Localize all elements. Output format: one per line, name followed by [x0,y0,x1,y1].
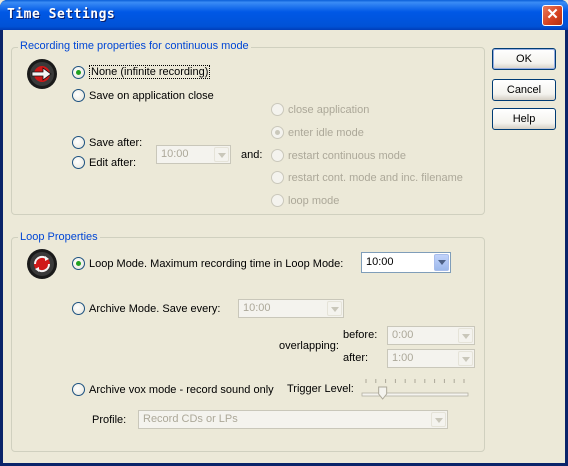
archive-time-combo[interactable]: 10:00 [238,299,344,318]
after-overlap-combo[interactable]: 1:00 [387,349,475,368]
before-time-value: 0:00 [392,329,414,341]
after-time-value: 10:00 [161,148,189,160]
radio-label-restart-continuous: restart continuous mode [288,149,407,162]
radio-dot-restart-continuous[interactable] [271,149,284,162]
radio-archive-vox[interactable]: Archive vox mode - record sound only [72,383,274,396]
radio-dot-close-application[interactable] [271,103,284,116]
radio-none-infinite[interactable]: None (infinite recording) [72,65,211,79]
record-icon [27,59,57,89]
loop-icon [27,249,57,279]
chevron-down-icon[interactable] [431,412,446,427]
radio-dot-save-on-close[interactable] [72,89,85,102]
after-label: after: [343,352,369,364]
radio-loop-mode-action[interactable]: loop mode [271,194,339,207]
radio-dot-save-after[interactable] [72,136,85,149]
radio-dot-archive-vox[interactable] [72,383,85,396]
radio-label-archive-vox: Archive vox mode - record sound only [89,383,274,396]
profile-combo[interactable]: Record CDs or LPs [138,410,448,429]
radio-dot-restart-inc-filename[interactable] [271,171,284,184]
help-button[interactable]: Help [492,108,556,130]
after-overlap-value: 1:00 [392,352,414,364]
loop-group-title: Loop Properties [18,231,100,243]
and-label: and: [241,149,263,161]
loop-time-combo[interactable]: 10:00 [361,252,451,273]
profile-label: Profile: [92,414,127,426]
radio-loop-mode[interactable]: Loop Mode. Maximum recording time in Loo… [72,257,343,270]
chevron-down-icon[interactable] [434,254,449,271]
radio-label-close-application: close application [288,103,370,116]
radio-edit-after[interactable]: Edit after: [72,156,136,169]
radio-label-loop-mode-action: loop mode [288,194,340,207]
profile-value: Record CDs or LPs [143,413,238,425]
radio-dot-edit-after[interactable] [72,156,85,169]
after-time-combo[interactable]: 10:00 [156,145,231,164]
dialog-window: Time Settings ✕ Recording time propertie… [0,0,568,466]
chevron-down-icon[interactable] [327,301,342,316]
loop-time-value: 10:00 [366,256,394,268]
radio-restart-continuous[interactable]: restart continuous mode [271,149,406,162]
radio-enter-idle-mode[interactable]: enter idle mode [271,126,364,139]
radio-dot-loop-mode[interactable] [72,257,85,270]
radio-restart-inc-filename[interactable]: restart cont. mode and inc. filename [271,171,463,184]
overlapping-label: overlapping: [279,340,339,352]
before-time-combo[interactable]: 0:00 [387,326,475,345]
radio-label-save-after: Save after: [89,136,143,149]
radio-save-after[interactable]: Save after: [72,136,142,149]
radio-dot-none[interactable] [72,65,85,79]
radio-label-enter-idle-mode: enter idle mode [288,126,364,139]
cancel-button[interactable]: Cancel [492,79,556,101]
trigger-level-slider[interactable] [360,376,472,404]
trigger-level-label: Trigger Level: [287,383,354,395]
radio-label-none: None (infinite recording) [89,65,211,79]
archive-time-value: 10:00 [243,302,271,314]
radio-dot-enter-idle-mode[interactable] [271,126,284,139]
chevron-down-icon[interactable] [458,328,473,343]
dialog-client-area: Recording time properties for continuous… [3,30,565,463]
chevron-down-icon[interactable] [214,147,229,162]
recording-group-title: Recording time properties for continuous… [18,40,251,52]
radio-label-save-on-close: Save on application close [89,89,214,102]
radio-label-restart-inc-filename: restart cont. mode and inc. filename [288,171,463,184]
ok-button[interactable]: OK [492,48,556,70]
chevron-down-icon[interactable] [458,351,473,366]
radio-dot-archive-mode[interactable] [72,302,85,315]
slider-thumb[interactable] [378,386,388,400]
close-icon: ✕ [546,6,559,23]
radio-label-edit-after: Edit after: [89,156,137,169]
radio-close-application[interactable]: close application [271,103,369,116]
window-title: Time Settings [7,7,116,22]
radio-save-on-close[interactable]: Save on application close [72,89,214,102]
before-label: before: [343,329,378,341]
title-bar[interactable]: Time Settings ✕ [0,0,568,30]
radio-label-loop-mode: Loop Mode. Maximum recording time in Loo… [89,257,344,270]
radio-label-archive-mode: Archive Mode. Save every: [89,302,221,315]
close-button[interactable]: ✕ [542,5,563,26]
radio-archive-mode[interactable]: Archive Mode. Save every: [72,302,220,315]
radio-dot-loop-mode-action[interactable] [271,194,284,207]
